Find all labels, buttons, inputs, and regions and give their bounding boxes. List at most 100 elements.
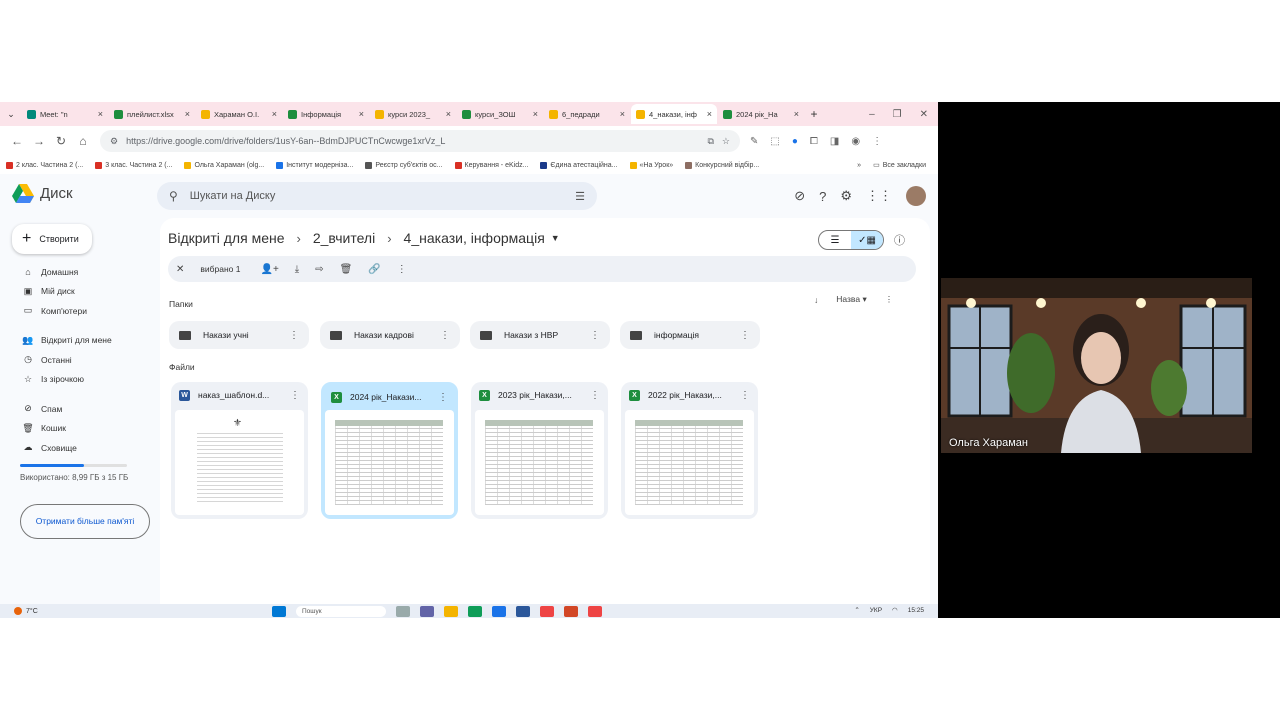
weather-widget[interactable]: 7°C xyxy=(14,607,38,615)
tab-search-icon[interactable]: ⌄ xyxy=(0,109,22,120)
bookmark-item[interactable]: Інститут модерніза... xyxy=(276,161,353,169)
drive-logo[interactable]: Диск xyxy=(12,184,73,203)
more-icon[interactable]: ⋮ xyxy=(590,330,600,341)
edge-icon[interactable] xyxy=(468,606,482,617)
clock[interactable]: 15:25 xyxy=(908,607,924,614)
share-icon[interactable]: 👤+ xyxy=(261,264,279,275)
browser-tab[interactable]: 2024 рік_На × xyxy=(718,104,804,124)
sidebar-item[interactable]: ⌂ Домашня xyxy=(0,262,160,282)
more-icon[interactable]: ⋮ xyxy=(290,390,300,401)
close-window-icon[interactable]: ✕ xyxy=(920,109,928,120)
chrome-icon[interactable] xyxy=(540,606,554,617)
bookmark-item[interactable]: Ольга Хараман (olg... xyxy=(184,161,264,169)
video-participant-tile[interactable]: Ольга Хараман xyxy=(941,278,1252,453)
more-icon[interactable]: ⋮ xyxy=(740,390,750,401)
file-card[interactable]: X 2023 рік_Накази,... ⋮ xyxy=(471,382,608,519)
file-card[interactable]: X 2024 рік_Накази... ⋮ xyxy=(321,382,458,519)
bookmark-item[interactable]: Конкурсний відбір... xyxy=(685,161,759,169)
reload-icon[interactable]: ↻ xyxy=(50,134,72,148)
explorer-icon[interactable] xyxy=(444,606,458,617)
file-card[interactable]: X 2022 рік_Накази,... ⋮ xyxy=(621,382,758,519)
tab-close-icon[interactable]: × xyxy=(533,109,538,119)
list-view-icon[interactable]: ☰ xyxy=(819,231,851,249)
chrome2-icon[interactable] xyxy=(588,606,602,617)
browser-tab[interactable]: курси_ЗОШ × xyxy=(457,104,543,124)
bookmark-item[interactable]: Єдина атестаційна... xyxy=(540,161,618,169)
puzzle-icon[interactable]: ⧠ xyxy=(810,136,818,147)
create-button[interactable]: + Створити xyxy=(12,224,92,254)
teams-icon[interactable] xyxy=(420,606,434,617)
tab-close-icon[interactable]: × xyxy=(272,109,277,119)
forward-icon[interactable]: → xyxy=(28,134,50,148)
tab-close-icon[interactable]: × xyxy=(98,109,103,119)
dot-icon[interactable]: ● xyxy=(792,136,798,147)
help-icon[interactable]: ? xyxy=(819,189,826,204)
new-tab-icon[interactable]: + xyxy=(805,107,823,121)
folder-item[interactable]: Накази учні ⋮ xyxy=(169,321,309,349)
minimize-icon[interactable]: – xyxy=(869,109,875,120)
search-bar[interactable]: ⚲ Шукати на Диску ☰ xyxy=(157,182,597,210)
browser-tab[interactable]: Інформація × xyxy=(283,104,369,124)
menu-icon[interactable]: ⋮ xyxy=(872,136,882,147)
wifi-icon[interactable]: ◠ xyxy=(892,606,898,614)
all-bookmarks[interactable]: ▭ Все закладки xyxy=(873,161,926,170)
get-more-storage-button[interactable]: Отримати більше пам'яті xyxy=(20,504,150,539)
sort-field[interactable]: Назва ▾ xyxy=(836,294,866,305)
file-card[interactable]: Wнаказ_шаблон.d... ⋮ ⚜ xyxy=(171,382,308,519)
tab-close-icon[interactable]: × xyxy=(185,109,190,119)
grid-view-icon[interactable]: ✓▦ xyxy=(851,231,883,249)
sidepanel-icon[interactable]: ◨ xyxy=(830,136,839,147)
browser-tab[interactable]: 4_накази, інф × xyxy=(631,104,717,124)
browser-tab[interactable]: Meet: "n × xyxy=(22,104,108,124)
pen-icon[interactable]: ✎ xyxy=(750,136,758,147)
sidebar-item[interactable]: ▭ Комп'ютери xyxy=(0,301,160,321)
sidebar-item[interactable]: 👥 Відкриті для мене xyxy=(0,331,160,351)
tab-close-icon[interactable]: × xyxy=(794,109,799,119)
bookmark-item[interactable]: 2 клас. Частина 2 (... xyxy=(6,161,83,169)
ready-offline-icon[interactable]: ⊘ xyxy=(794,188,805,204)
tab-close-icon[interactable]: × xyxy=(446,109,451,119)
sidebar-item[interactable]: ☁ Сховище xyxy=(0,438,160,458)
sidebar-item[interactable]: ⊘ Спам xyxy=(0,399,160,419)
bookmarks-more[interactable]: » xyxy=(857,162,861,169)
tab-close-icon[interactable]: × xyxy=(620,109,625,119)
more-actions-icon[interactable]: ⋮ xyxy=(397,264,407,275)
taskbar-search[interactable]: Пошук xyxy=(296,606,386,617)
caret-down-icon[interactable]: ▼ xyxy=(551,233,560,243)
breadcrumb-current[interactable]: 4_накази, інформація xyxy=(404,230,545,246)
profile-icon[interactable]: ◉ xyxy=(851,136,860,147)
more-options-icon[interactable]: ⋮ xyxy=(885,294,894,305)
search-options-icon[interactable]: ☰ xyxy=(575,190,585,203)
more-icon[interactable]: ⋮ xyxy=(740,330,750,341)
language[interactable]: УКР xyxy=(870,607,882,614)
move-icon[interactable]: ⇨ xyxy=(315,264,323,275)
bookmark-item[interactable]: «На Урок» xyxy=(629,161,673,169)
folder-item[interactable]: Накази з НВР ⋮ xyxy=(470,321,610,349)
avatar[interactable] xyxy=(906,186,926,206)
sort-direction-icon[interactable]: ↓ xyxy=(814,295,818,305)
sidebar-item[interactable]: ◷ Останні xyxy=(0,350,160,370)
tray-chevron-icon[interactable]: ⌃ xyxy=(854,606,859,614)
browser-tab[interactable]: курси 2023_ × xyxy=(370,104,456,124)
apps-grid-icon[interactable]: ⋮⋮ xyxy=(866,188,892,204)
tab-close-icon[interactable]: × xyxy=(707,109,712,119)
download-icon[interactable]: ⤓ xyxy=(295,264,299,275)
start-icon[interactable] xyxy=(272,606,286,617)
link-icon[interactable]: 🔗 xyxy=(368,264,380,275)
powerpoint-icon[interactable] xyxy=(564,606,578,617)
browser-tab[interactable]: 6_педради × xyxy=(544,104,630,124)
bookmark-star-icon[interactable]: ☆ xyxy=(722,136,730,147)
search-input[interactable]: Шукати на Диску xyxy=(190,190,575,202)
sidebar-item[interactable]: ▣ Мій диск xyxy=(0,282,160,302)
more-icon[interactable]: ⋮ xyxy=(440,330,450,341)
widgets-icon[interactable] xyxy=(396,606,410,617)
store-icon[interactable] xyxy=(492,606,506,617)
bookmark-item[interactable]: 3 клас. Частина 2 (... xyxy=(95,161,172,169)
restore-icon[interactable]: ❐ xyxy=(893,109,902,120)
bookmark-item[interactable]: Реєстр суб'єктів ос... xyxy=(365,161,443,169)
app-icon[interactable] xyxy=(516,606,530,617)
tab-close-icon[interactable]: × xyxy=(359,109,364,119)
bookmark-item[interactable]: Керування - eKidz... xyxy=(454,161,528,169)
back-icon[interactable]: ← xyxy=(6,134,28,148)
info-icon[interactable]: ⓘ xyxy=(894,232,905,248)
